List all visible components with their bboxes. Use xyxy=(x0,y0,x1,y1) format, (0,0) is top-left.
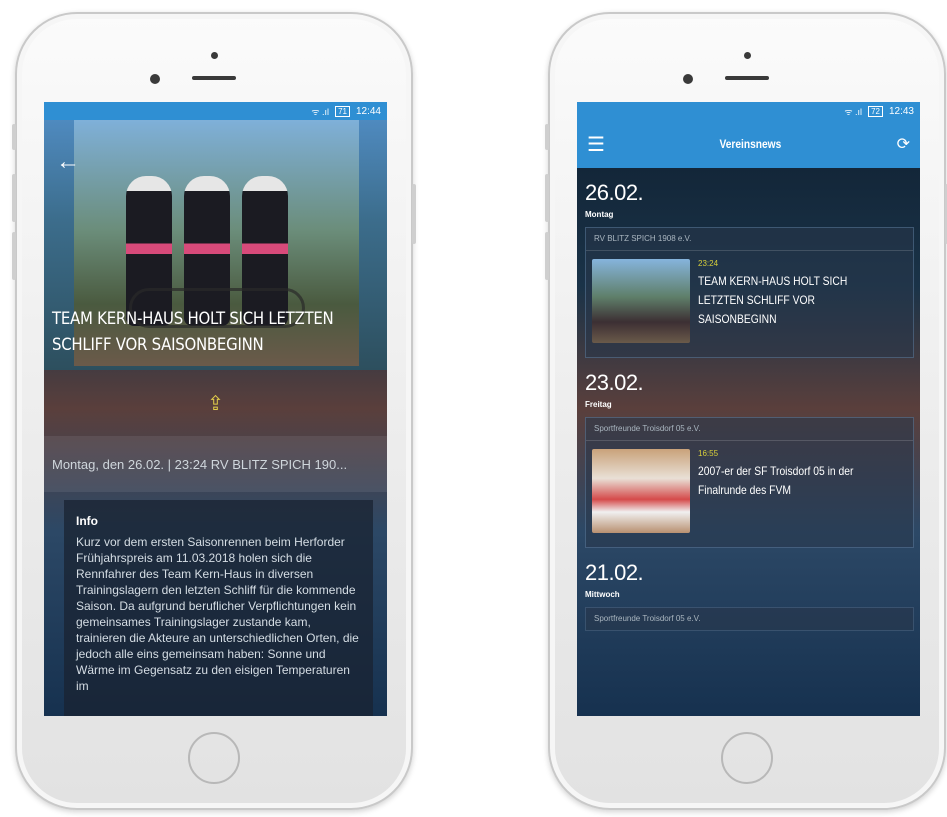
share-row: ⇪ xyxy=(44,370,387,436)
signal-icon: ᯤ .ıl xyxy=(844,106,863,117)
weekday-label: Mittwoch xyxy=(585,590,620,599)
card-body: 23:24 TEAM KERN-HAUS HOLT SICH LETZTEN S… xyxy=(586,251,913,357)
news-thumbnail xyxy=(592,259,690,343)
news-time: 23:24 xyxy=(698,259,719,268)
power-button xyxy=(412,184,416,244)
status-bar: ᯤ .ıl 72 12:43 xyxy=(577,102,920,120)
proximity-sensor xyxy=(683,74,693,84)
article-title: TEAM KERN-HAUS HOLT SICH LETZTEN SCHLIFF… xyxy=(52,309,334,355)
date-header: 26.02. Montag xyxy=(577,168,920,219)
info-box: Info Kurz vor dem ersten Saisonrennen be… xyxy=(64,500,373,716)
date-label: 23.02. xyxy=(585,370,644,395)
card-text: 16:55 2007-er der SF Troisdorf 05 in der… xyxy=(698,449,920,537)
news-thumbnail xyxy=(592,449,690,533)
info-heading: Info xyxy=(76,514,98,528)
date-label: 26.02. xyxy=(585,180,644,205)
mute-switch xyxy=(545,124,549,150)
news-card[interactable]: Sportfreunde Troisdorf 05 e.V. 16:55 200… xyxy=(585,417,914,548)
front-camera xyxy=(211,52,218,59)
app-bar-title: Vereinsnews xyxy=(719,137,782,151)
news-list-screen: ᯤ .ıl 72 12:43 ☰ Vereinsnews ⟳ 26.02. Mo… xyxy=(577,102,920,716)
club-name[interactable]: Sportfreunde Troisdorf 05 e.V. xyxy=(585,607,914,631)
share-icon[interactable]: ⇪ xyxy=(207,391,224,416)
sync-icon[interactable]: ⟳ xyxy=(897,134,910,154)
article-screen: ᯤ .ıl 71 12:44 ← TEAM KERN-HAUS HOLT SIC… xyxy=(44,102,387,716)
date-label: 21.02. xyxy=(585,560,644,585)
news-time: 16:55 xyxy=(698,449,719,458)
battery-level: 72 xyxy=(868,105,883,117)
phone-frame-left: ᯤ .ıl 71 12:44 ← TEAM KERN-HAUS HOLT SIC… xyxy=(12,12,416,810)
front-camera xyxy=(744,52,751,59)
back-arrow-icon[interactable]: ← xyxy=(56,148,80,176)
menu-icon[interactable]: ☰ xyxy=(587,132,605,157)
app-bar: ☰ Vereinsnews ⟳ xyxy=(577,120,920,168)
news-card[interactable]: RV BLITZ SPICH 1908 e.V. 23:24 TEAM KERN… xyxy=(585,227,914,358)
weekday-label: Montag xyxy=(585,210,614,219)
article-hero: ← TEAM KERN-HAUS HOLT SICH LETZTEN SCHLI… xyxy=(44,120,387,370)
weekday-label: Freitag xyxy=(585,400,612,409)
home-button[interactable] xyxy=(188,732,240,784)
status-bar: ᯤ .ıl 71 12:44 xyxy=(44,102,387,120)
proximity-sensor xyxy=(150,74,160,84)
club-name: Sportfreunde Troisdorf 05 e.V. xyxy=(586,418,913,441)
earpiece-speaker xyxy=(192,76,236,80)
volume-up-button xyxy=(12,174,16,222)
card-body: 16:55 2007-er der SF Troisdorf 05 in der… xyxy=(586,441,913,547)
article-meta: Montag, den 26.02. | 23:24 RV BLITZ SPIC… xyxy=(44,436,387,492)
club-name: RV BLITZ SPICH 1908 e.V. xyxy=(586,228,913,251)
phone-frame-right: ᯤ .ıl 72 12:43 ☰ Vereinsnews ⟳ 26.02. Mo… xyxy=(545,12,947,810)
date-header: 23.02. Freitag xyxy=(577,358,920,409)
news-headline: TEAM KERN-HAUS HOLT SICH LETZTEN SCHLIFF… xyxy=(698,274,848,326)
volume-up-button xyxy=(545,174,549,222)
earpiece-speaker xyxy=(725,76,769,80)
status-time: 12:43 xyxy=(888,105,914,117)
status-time: 12:44 xyxy=(355,105,381,117)
news-headline: 2007-er der SF Troisdorf 05 in der Final… xyxy=(698,464,854,497)
card-text: 23:24 TEAM KERN-HAUS HOLT SICH LETZTEN S… xyxy=(698,259,920,347)
signal-icon: ᯤ .ıl xyxy=(311,106,330,117)
info-text: Kurz vor dem ersten Saisonrennen beim He… xyxy=(76,535,359,693)
home-button[interactable] xyxy=(721,732,773,784)
battery-level: 71 xyxy=(335,105,350,117)
volume-down-button xyxy=(545,232,549,280)
date-header: 21.02. Mittwoch xyxy=(577,548,920,599)
volume-down-button xyxy=(12,232,16,280)
mute-switch xyxy=(12,124,16,150)
